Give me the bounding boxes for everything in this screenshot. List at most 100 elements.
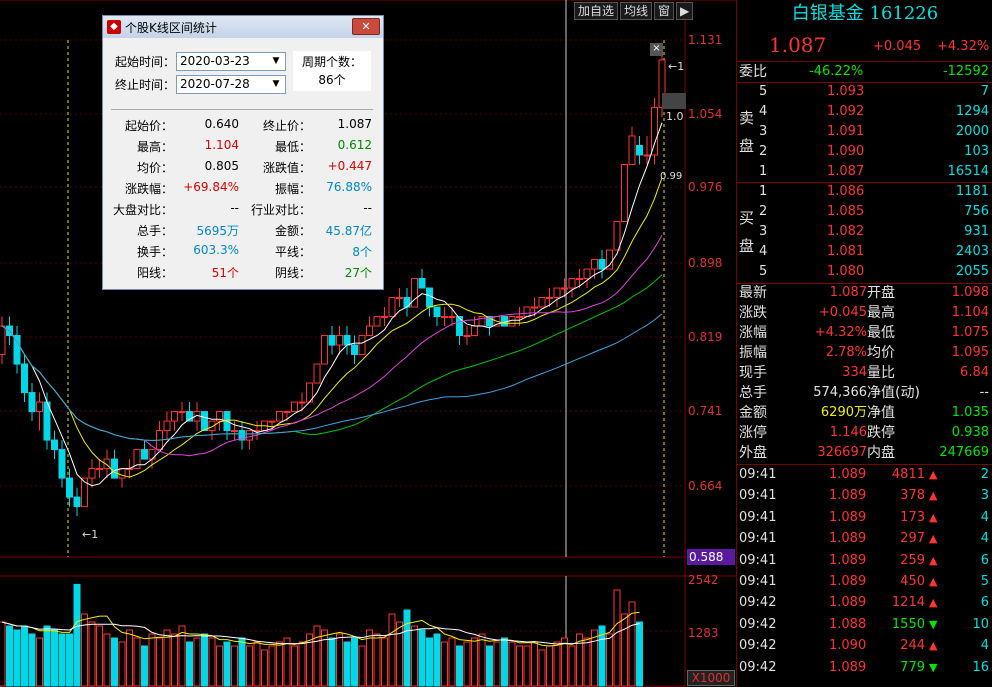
arrow-up-icon: ▲ xyxy=(929,468,938,481)
tick-price: 1.089 xyxy=(829,574,867,589)
info-row: 涨跌 +0.045 最高 1.104 xyxy=(737,303,992,323)
volume-bar xyxy=(516,645,523,687)
dialog-close-button[interactable]: ✕ xyxy=(352,18,380,35)
add-favorite-button[interactable]: 加自选 xyxy=(574,2,619,20)
weibi-row: 委比 -46.22% -12592 xyxy=(737,62,992,82)
candle-body xyxy=(538,297,546,308)
arrow-up-icon: ▲ xyxy=(929,596,938,610)
info-value: 6.84 xyxy=(960,365,989,380)
volume-bar xyxy=(448,637,456,687)
bids-level[interactable]: 2 1.085 756 xyxy=(737,202,992,222)
info-label: 涨停 xyxy=(739,425,767,441)
info-label: 开盘 xyxy=(867,285,895,301)
end-time-select[interactable]: 2020-07-28 ▼ xyxy=(176,75,286,94)
dialog-titlebar[interactable]: ◆ 个股K线区间统计 xyxy=(103,16,383,38)
candle-body xyxy=(628,135,636,165)
last-price: 1.087 xyxy=(769,33,827,57)
candle-body xyxy=(178,411,186,414)
arrow-up-icon: ▲ xyxy=(929,489,938,503)
candle-body xyxy=(381,316,388,319)
expand-icon[interactable]: ▶ xyxy=(676,2,694,20)
info-label: 净值(动) xyxy=(867,385,920,401)
candle-body xyxy=(583,268,591,280)
start-time-select[interactable]: 2020-03-23 ▼ xyxy=(176,52,286,71)
level-volume: 2000 xyxy=(955,124,989,139)
tick-row: 09:41 1.089 4811 ▲ 2 xyxy=(737,465,992,485)
tick-count: 6 xyxy=(980,595,989,611)
stat-value: +0.447 xyxy=(327,159,372,173)
bids-level[interactable]: 1 1.086 1181 xyxy=(737,182,992,202)
volume-bar xyxy=(201,633,208,687)
level-volume: 2055 xyxy=(955,264,989,279)
info-value: 1.104 xyxy=(951,305,989,320)
bids-level[interactable]: 3 1.082 931 xyxy=(737,222,992,242)
candle-body xyxy=(613,221,621,251)
stat-value: 8个 xyxy=(352,245,372,259)
interval-stats-dialog[interactable]: ◆ 个股K线区间统计 ✕ 起始时间： 2020-03-23 ▼ 终止时间： 202… xyxy=(102,15,384,290)
volume-bar xyxy=(373,633,381,687)
volume-bar xyxy=(568,645,576,687)
bids-level[interactable]: 5 1.080 2055 xyxy=(737,262,992,282)
asks-level[interactable]: 3 1.091 2000 xyxy=(737,122,992,142)
candle-body xyxy=(426,287,433,308)
candle-body xyxy=(591,259,598,270)
tick-price: 1.089 xyxy=(829,552,867,568)
level-num: 4 xyxy=(759,104,768,119)
volume-bar xyxy=(508,641,516,687)
volume-bar xyxy=(583,637,591,687)
info-label: 均价 xyxy=(867,345,895,361)
level-price: 1.092 xyxy=(827,104,865,119)
asks-level[interactable]: 5 1.093 7 xyxy=(737,82,992,102)
volume-unit: X1000 xyxy=(687,670,735,686)
window-button[interactable]: 窗 xyxy=(654,2,675,20)
level-volume: 103 xyxy=(964,144,989,159)
bids-level[interactable]: 4 1.081 2403 xyxy=(737,242,992,262)
volume-bar xyxy=(456,645,463,687)
info-label: 最低 xyxy=(867,325,895,341)
cycle-count-label: 周期个数： xyxy=(301,55,362,69)
info-label: 金额 xyxy=(739,405,767,421)
volume-bar xyxy=(298,641,306,687)
candle-body xyxy=(201,411,208,432)
asks-level[interactable]: 4 1.092 1294 xyxy=(737,102,992,122)
tick-count: 4 xyxy=(980,638,989,654)
candle-body xyxy=(328,335,336,346)
close-icon[interactable]: × xyxy=(650,43,663,56)
stat-value: -- xyxy=(363,201,372,215)
candle-body xyxy=(531,306,538,309)
tick-volume: 259 xyxy=(900,552,925,568)
stat-label: 总手： xyxy=(136,224,173,238)
cycle-count-box: 周期个数： 86个 xyxy=(293,51,371,91)
app-logo-icon: ◆ xyxy=(107,20,121,34)
info-label: 外盘 xyxy=(739,445,767,461)
tick-volume: 173 xyxy=(900,509,925,525)
candle-body xyxy=(28,392,36,413)
volume-bar xyxy=(561,637,568,687)
info-row: 涨停 1.146 跌停 0.938 xyxy=(737,423,992,443)
volume-bar xyxy=(636,621,643,687)
stat-value: 0.640 xyxy=(204,117,239,131)
moving-average-button[interactable]: 均线 xyxy=(620,2,653,20)
candle-body xyxy=(388,297,396,318)
candle-body xyxy=(411,278,418,308)
tick-row: 09:41 1.089 450 ▲ 5 xyxy=(737,572,992,592)
volume-bar xyxy=(51,629,58,687)
volume-bar xyxy=(523,645,531,687)
volume-bar xyxy=(268,645,276,687)
info-value: 1.075 xyxy=(951,325,989,340)
asks-level[interactable]: 1 1.087 16514 xyxy=(737,162,992,182)
stat-label: 最高： xyxy=(136,140,173,154)
candle-body xyxy=(36,401,43,413)
chart-toolbar: 加自选 均线 窗 ▶ xyxy=(574,2,694,20)
stat-value: 51个 xyxy=(211,266,239,280)
stat-value: -- xyxy=(230,201,239,215)
tick-row: 09:41 1.089 173 ▲ 4 xyxy=(737,508,992,528)
asks-level[interactable]: 2 1.090 103 xyxy=(737,142,992,162)
tick-volume: 1214 xyxy=(891,595,925,611)
volume-bar xyxy=(381,637,388,687)
arrow-up-icon: ▲ xyxy=(929,532,938,546)
level-num: 1 xyxy=(759,184,768,199)
volume-bar xyxy=(58,633,66,687)
weibi-label: 委比 xyxy=(739,64,767,80)
candle-body xyxy=(58,449,66,479)
